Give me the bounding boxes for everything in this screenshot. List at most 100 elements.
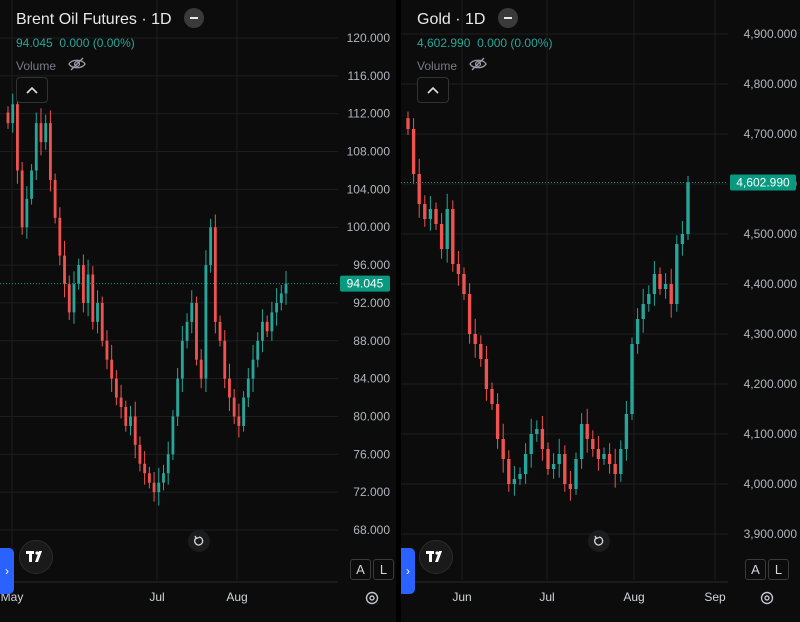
y-tick-label: 4,100.000 — [744, 427, 798, 441]
candle-body — [11, 104, 15, 124]
candle-body — [157, 482, 161, 493]
y-tick-label: 4,700.000 — [744, 127, 798, 141]
candle-body — [630, 344, 634, 414]
log-scale-button[interactable]: L — [373, 559, 394, 580]
candle-body — [218, 321, 222, 341]
remove-indicator-button[interactable] — [497, 8, 518, 28]
volume-label: Volume — [417, 58, 458, 73]
eye-off-icon[interactable] — [469, 57, 487, 74]
candle-body — [228, 378, 231, 398]
candle-body — [540, 429, 545, 449]
y-tick-label: 72.000 — [353, 485, 390, 499]
tradingview-logo[interactable] — [19, 540, 53, 574]
candle-body — [265, 321, 269, 332]
y-tick-label: 96.000 — [353, 258, 390, 272]
candle-body — [602, 454, 606, 459]
y-tick-label: 4,200.000 — [744, 377, 798, 391]
candle-body — [44, 123, 48, 143]
candle-body — [171, 416, 175, 455]
candle-body — [209, 227, 213, 266]
candle-body — [619, 449, 623, 474]
candle-body — [34, 123, 38, 171]
reset-chart-button[interactable] — [188, 530, 210, 552]
candle-body — [613, 464, 617, 474]
candle-body — [124, 407, 128, 426]
log-scale-button[interactable]: L — [768, 559, 789, 580]
candle-body — [39, 123, 43, 143]
chevron-up-icon — [26, 86, 38, 94]
side-panel-toggle[interactable]: › — [0, 548, 14, 594]
candle-body — [529, 434, 533, 454]
volume-row: Volume — [417, 57, 552, 74]
candle-body — [546, 449, 550, 469]
candle-body — [58, 217, 62, 256]
gold-chart-plot[interactable]: 4,900.0004,800.0004,700.0004,600.0004,50… — [401, 0, 800, 622]
tradingview-logo[interactable] — [419, 540, 453, 574]
candle-body — [232, 397, 236, 417]
y-tick-label: 68.000 — [353, 523, 390, 537]
candle-body — [6, 112, 10, 124]
candle-body — [428, 209, 433, 219]
candle-body — [451, 209, 455, 264]
candle-body — [624, 414, 629, 449]
candle-body — [180, 340, 184, 379]
candle-body — [641, 304, 645, 319]
candle-body — [251, 359, 255, 379]
candle-body — [479, 344, 483, 359]
candle-body — [96, 302, 99, 322]
candle-body — [30, 170, 33, 199]
candle-body — [25, 198, 29, 228]
x-tick-label: Aug — [226, 590, 247, 604]
candle-body — [223, 340, 227, 379]
y-tick-label: 80.000 — [353, 409, 390, 423]
x-tick-label: Sep — [704, 590, 726, 604]
auto-scale-button[interactable]: A — [745, 559, 766, 580]
candle-body — [406, 118, 410, 129]
x-tick-label: Aug — [623, 590, 644, 604]
remove-indicator-button[interactable] — [184, 8, 205, 28]
reset-chart-button[interactable] — [588, 530, 610, 552]
candle-body — [635, 319, 640, 344]
candle-body — [100, 302, 104, 341]
auto-scale-button[interactable]: A — [350, 559, 371, 580]
y-tick-label: 4,000.000 — [744, 477, 798, 491]
y-tick-label: 112.000 — [348, 107, 391, 121]
y-tick-label: 100.000 — [347, 220, 391, 234]
candle-body — [501, 439, 505, 459]
candle-body — [467, 294, 472, 334]
x-tick-label: Jul — [539, 590, 554, 604]
candle-body — [204, 265, 208, 379]
candle-body — [133, 416, 137, 445]
candle-body — [607, 454, 612, 464]
candle-body — [53, 179, 57, 218]
collapse-legend-button[interactable] — [417, 77, 449, 103]
side-panel-toggle[interactable]: › — [401, 548, 415, 594]
candle-body — [518, 474, 522, 479]
y-tick-label: 4,800.000 — [744, 77, 798, 91]
candle-body — [20, 170, 24, 228]
collapse-legend-button[interactable] — [16, 77, 48, 103]
candle-body — [434, 209, 438, 224]
last-price-tag-label: 94.045 — [347, 277, 384, 291]
candle-body — [199, 359, 203, 379]
candle-body — [507, 459, 511, 484]
eye-off-icon[interactable] — [68, 57, 86, 74]
candle-body — [166, 454, 170, 474]
candle-body — [473, 334, 477, 344]
candle-body — [686, 182, 690, 234]
candle-body — [162, 473, 165, 483]
candle-body — [48, 123, 52, 180]
gear-icon[interactable] — [758, 589, 776, 607]
candle-body — [195, 302, 198, 360]
reset-icon — [594, 535, 604, 546]
candle-body — [16, 104, 19, 171]
brent-chart-plot[interactable]: 120.000 116.000 112.000 108.000 104.000 100.0… — [0, 0, 396, 622]
candle-body — [647, 294, 651, 304]
candle-body — [484, 359, 489, 389]
candle-body — [176, 378, 180, 417]
y-tick-label: 88.000 — [353, 334, 390, 348]
y-tick-label: 3,900.000 — [744, 527, 798, 541]
gear-icon[interactable] — [363, 589, 381, 607]
candle-body — [91, 274, 95, 322]
candle-body — [596, 449, 601, 459]
